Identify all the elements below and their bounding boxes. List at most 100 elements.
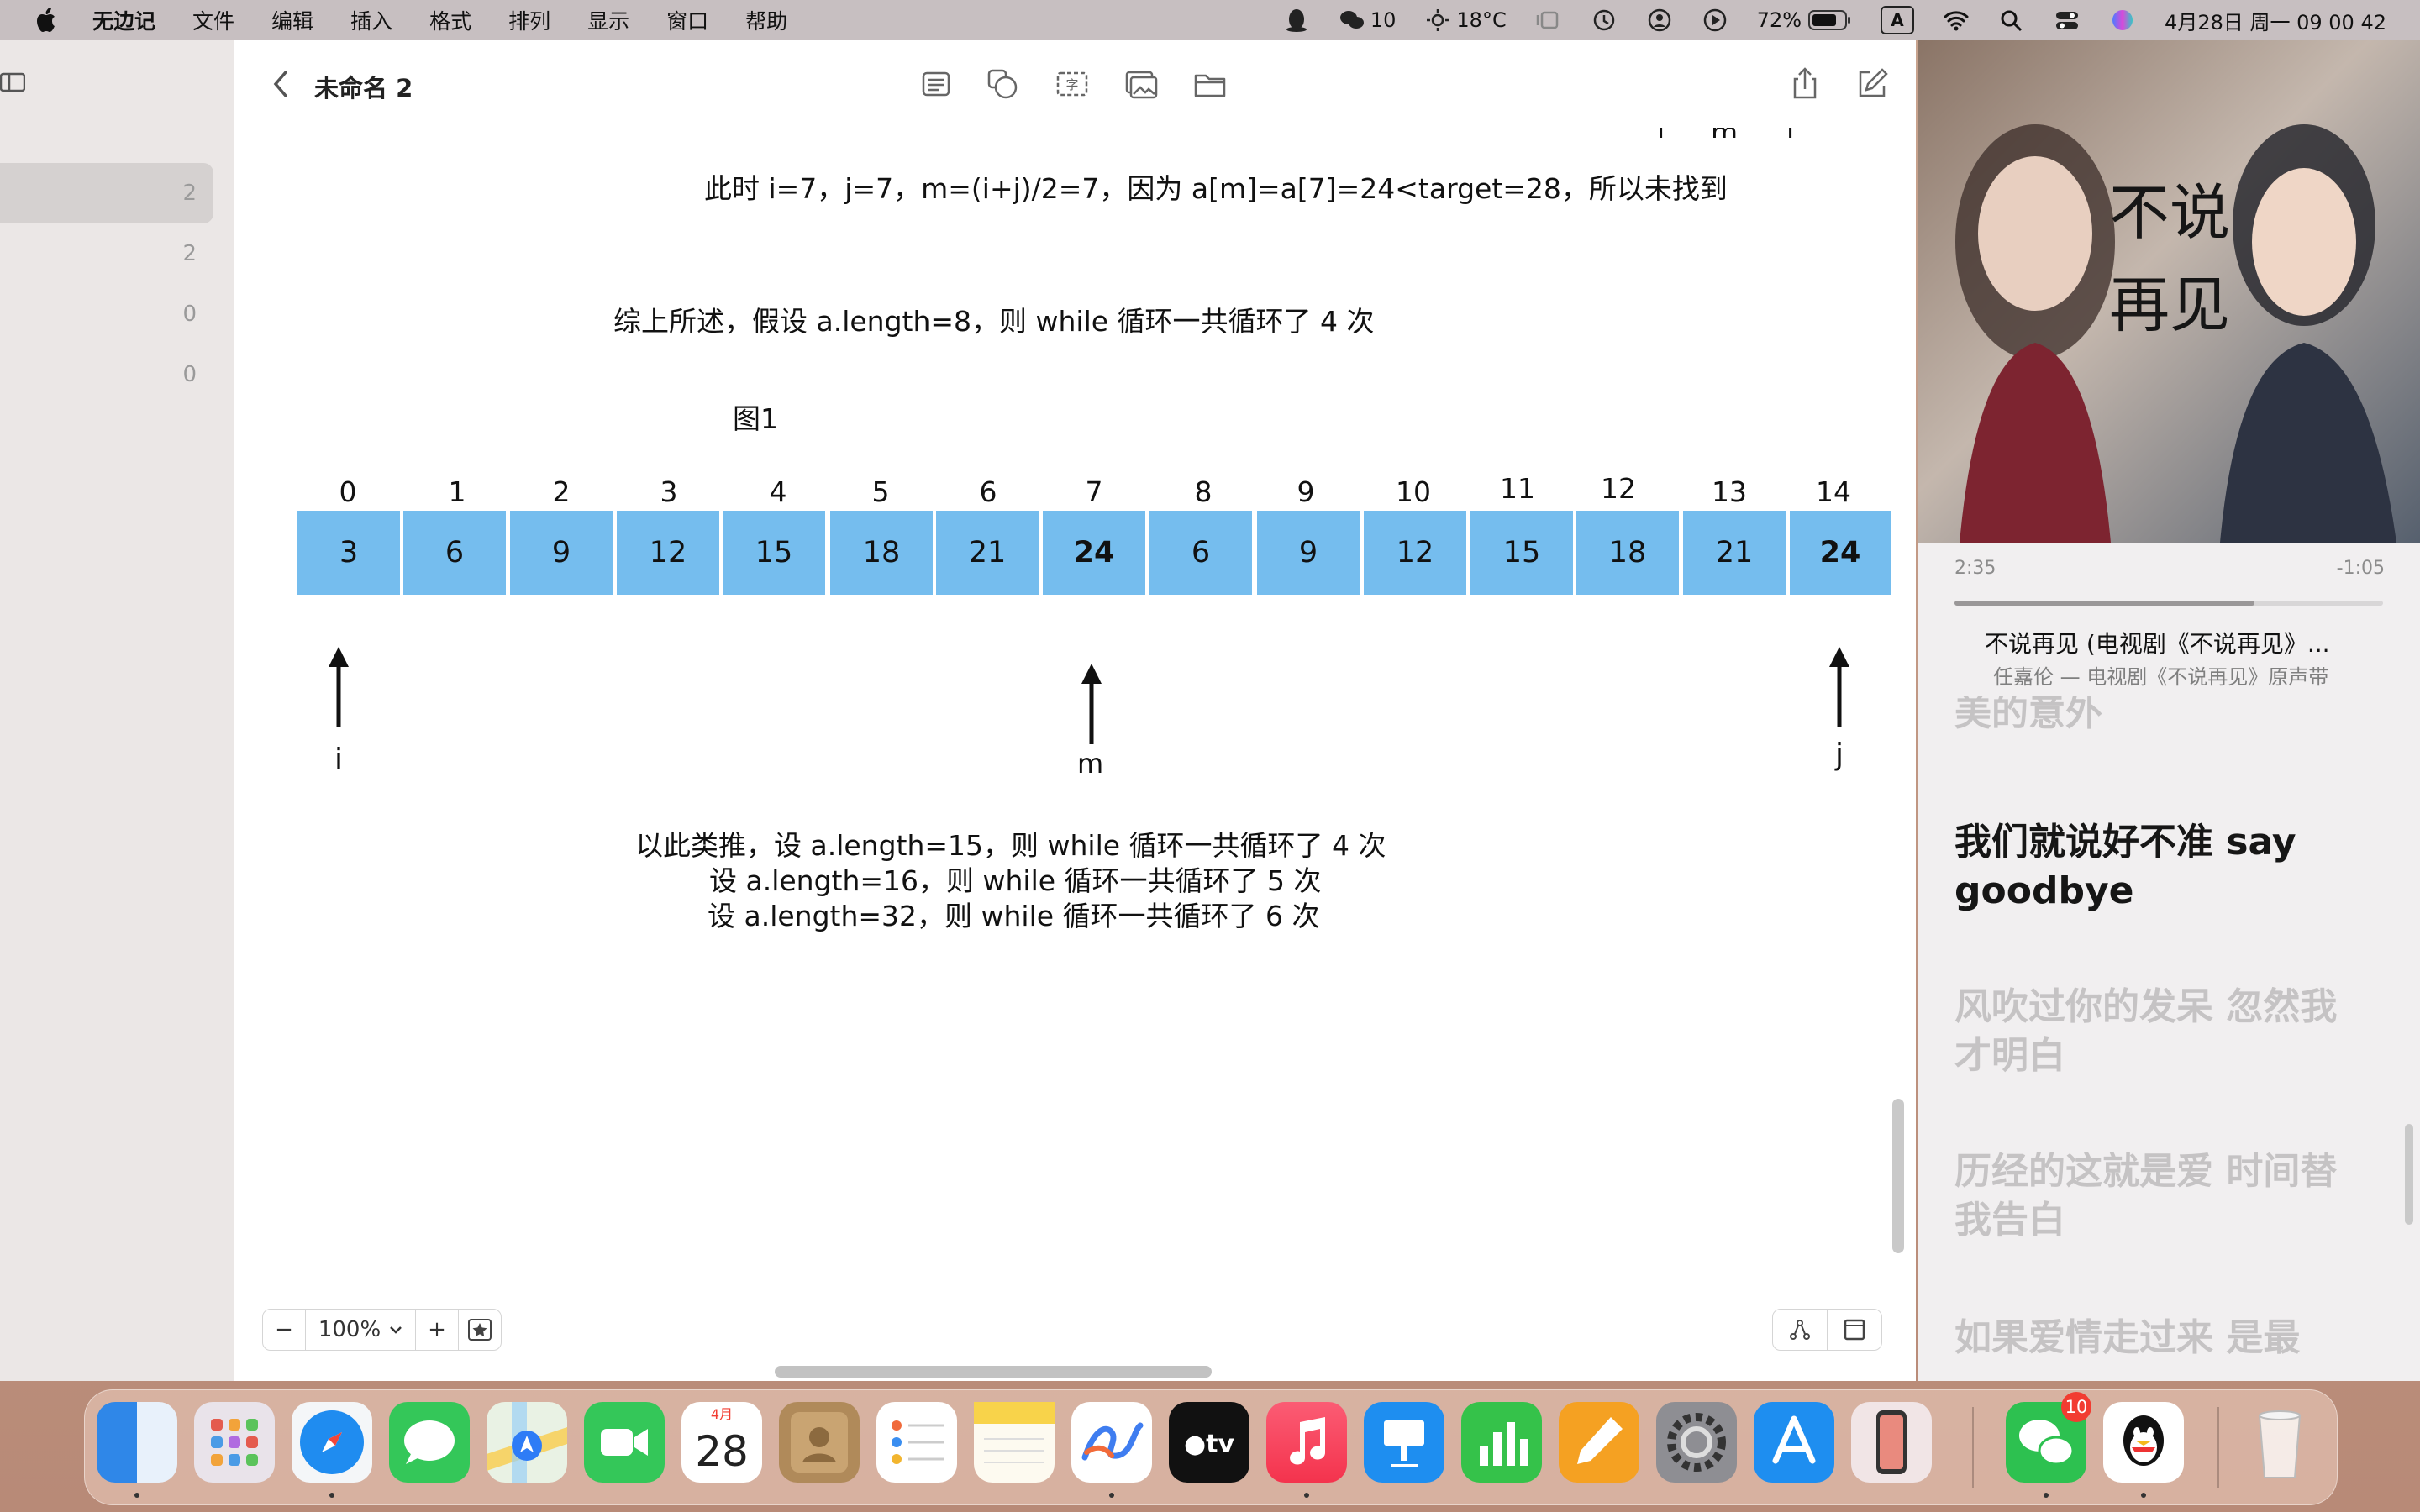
menu-format[interactable]: 格式 (429, 5, 471, 35)
media-icon[interactable] (1123, 66, 1160, 102)
sidebar-item-2[interactable]: 2 (0, 223, 213, 284)
menu-view[interactable]: 显示 (587, 5, 629, 35)
fit-to-screen-button[interactable] (459, 1310, 501, 1350)
sidebar-item-1[interactable]: 2 (0, 163, 213, 223)
text-conclusion-3[interactable]: 设 a.length=32，则 while 循环一共循环了 6 次 (708, 894, 1320, 934)
horizontal-scrollbar[interactable] (775, 1366, 1212, 1378)
array-cell[interactable]: 15 (723, 511, 825, 595)
pages-app-icon[interactable] (1559, 1402, 1639, 1483)
maps-app-icon[interactable] (487, 1402, 567, 1483)
qq-app-icon[interactable] (2103, 1402, 2184, 1483)
text-step-result[interactable]: 此时 i=7，j=7，m=(i+j)/2=7，因为 a[m]=a[7]=24<t… (704, 166, 1728, 207)
text-summary[interactable]: 综上所述，假设 a.length=8，则 while 循环一共循环了 4 次 (613, 299, 1375, 339)
launchpad-app-icon[interactable] (194, 1402, 275, 1483)
back-chevron-icon[interactable] (269, 69, 292, 99)
control-center-icon[interactable] (2054, 8, 2081, 33)
notes-app-icon[interactable] (974, 1402, 1055, 1483)
pointer-arrow-i[interactable] (326, 645, 351, 729)
compose-icon[interactable] (1854, 66, 1891, 102)
array-cell-highlight[interactable]: 24 (1790, 511, 1891, 595)
facetime-app-icon[interactable] (584, 1402, 665, 1483)
lyric-line[interactable]: 历经的这就是爱 时间替我告白 (1954, 1147, 2358, 1245)
shapes-icon[interactable] (984, 66, 1021, 102)
time-machine-icon[interactable] (1591, 8, 1618, 33)
input-method-indicator[interactable]: A (1881, 6, 1915, 34)
reminders-app-icon[interactable] (876, 1402, 957, 1483)
sidebar-item-3[interactable]: 0 (0, 284, 213, 344)
connection-button[interactable] (1773, 1310, 1828, 1350)
finder-app-icon[interactable] (97, 1402, 177, 1483)
system-settings-app-icon[interactable] (1656, 1402, 1737, 1483)
wifi-icon[interactable] (1943, 8, 1970, 33)
array-cell[interactable]: 18 (830, 511, 933, 595)
menu-file[interactable]: 文件 (192, 5, 234, 35)
array-cell[interactable]: 18 (1576, 511, 1679, 595)
apple-tv-app-icon[interactable]: ●tv (1169, 1402, 1249, 1483)
pointer-arrow-m[interactable] (1079, 662, 1104, 746)
menu-help[interactable]: 帮助 (745, 5, 787, 35)
array-cell[interactable]: 15 (1470, 511, 1573, 595)
sidebar-item-4[interactable]: 0 (0, 344, 213, 405)
artist-name[interactable]: 任嘉伦 — 电视剧《不说再见》原声带 (1993, 660, 2328, 690)
board-title[interactable]: 未命名 2 (314, 69, 413, 104)
menubar-clock[interactable]: 4月28日 周一 09 00 42 (2165, 6, 2386, 35)
battery-status[interactable]: 72% (1757, 8, 1852, 32)
trash-app-icon[interactable] (2239, 1402, 2320, 1483)
freeform-app-icon[interactable] (1071, 1402, 1152, 1483)
array-cell[interactable]: 9 (510, 511, 613, 595)
text-box-icon[interactable]: 字 (1054, 66, 1091, 102)
keynote-app-icon[interactable] (1364, 1402, 1444, 1483)
user-account-icon[interactable] (1646, 8, 1673, 33)
figure-label[interactable]: 图1 (733, 396, 778, 437)
wechat-status[interactable]: 10 (1339, 8, 1396, 33)
zoom-in-button[interactable]: + (416, 1310, 459, 1350)
calendar-app-icon[interactable]: 4月 28 (681, 1402, 762, 1483)
contacts-app-icon[interactable] (779, 1402, 860, 1483)
lyric-line-current[interactable]: 我们就说好不准 say goodbye (1954, 818, 2358, 916)
weather-status[interactable]: 18°C (1424, 8, 1507, 33)
playback-progress[interactable] (1954, 601, 2383, 606)
array-cell[interactable]: 12 (617, 511, 719, 595)
messages-app-icon[interactable] (389, 1402, 470, 1483)
iphone-mirroring-app-icon[interactable] (1851, 1402, 1932, 1483)
safari-app-icon[interactable] (292, 1402, 372, 1483)
siri-icon[interactable] (2109, 8, 2136, 33)
lyrics-view[interactable]: 美的意外 我们就说好不准 say goodbye 风吹过你的发呆 忽然我才明白 … (1918, 696, 2420, 1381)
vertical-scrollbar[interactable] (1892, 1099, 1904, 1253)
menu-insert[interactable]: 插入 (350, 5, 392, 35)
sidebar-toggle-icon[interactable] (0, 69, 25, 94)
menu-arrange[interactable]: 排列 (508, 5, 550, 35)
array-cell[interactable]: 6 (1150, 511, 1252, 595)
lyric-line[interactable]: 风吹过你的发呆 忽然我才明白 (1954, 983, 2358, 1080)
spotlight-search-icon[interactable] (1998, 8, 2025, 33)
menu-app-name[interactable]: 无边记 (92, 5, 155, 35)
album-cover[interactable]: 不说 再见 (1918, 40, 2420, 543)
apple-icon[interactable] (34, 6, 60, 34)
text-conclusion-2[interactable]: 设 a.length=16，则 while 循环一共循环了 5 次 (709, 858, 1322, 899)
lyrics-scrollbar[interactable] (2405, 1124, 2413, 1225)
lyric-line[interactable]: 美的意外 (1954, 696, 2358, 738)
menu-window[interactable]: 窗口 (666, 5, 708, 35)
numbers-app-icon[interactable] (1461, 1402, 1542, 1483)
array-cell[interactable]: 12 (1364, 511, 1466, 595)
pointer-arrow-j[interactable] (1827, 645, 1852, 729)
grid-toggle-button[interactable] (1828, 1310, 1881, 1350)
stage-manager-icon[interactable] (1535, 8, 1562, 33)
array-cell[interactable]: 21 (1683, 511, 1786, 595)
array-cell[interactable]: 6 (403, 511, 506, 595)
text-conclusion-1[interactable]: 以此类推，设 a.length=15，则 while 循环一共循环了 4 次 (635, 823, 1386, 864)
menu-edit[interactable]: 编辑 (271, 5, 313, 35)
note-icon[interactable] (918, 66, 955, 102)
song-title[interactable]: 不说再见 (电视剧《不说再见》... (1985, 626, 2330, 659)
app-store-app-icon[interactable] (1754, 1402, 1834, 1483)
music-app-icon[interactable] (1266, 1402, 1347, 1483)
array-cell[interactable]: 3 (297, 511, 400, 595)
now-playing-icon[interactable] (1702, 8, 1728, 33)
zoom-out-button[interactable]: − (263, 1310, 306, 1350)
array-cell[interactable]: 21 (936, 511, 1039, 595)
lyric-line[interactable]: 如果爱情走过来 是最 (1954, 1314, 2358, 1362)
array-cell-highlight[interactable]: 24 (1043, 511, 1145, 595)
share-icon[interactable] (1786, 66, 1823, 102)
qq-status-icon[interactable] (1283, 8, 1310, 33)
zoom-level-select[interactable]: 100% (306, 1310, 416, 1350)
